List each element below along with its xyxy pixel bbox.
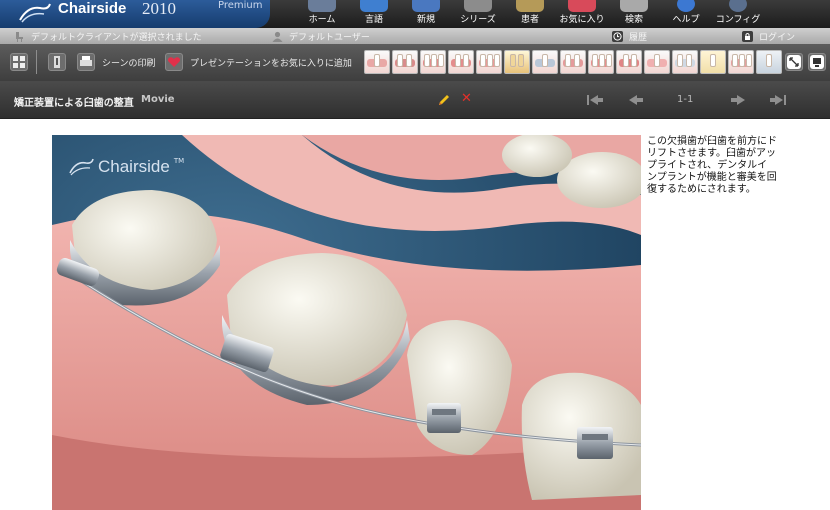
nav-config[interactable]: コンフィグ bbox=[712, 0, 764, 28]
nav-language-label: 言語 bbox=[364, 15, 383, 25]
nav-patient[interactable]: 患者 bbox=[504, 0, 556, 28]
nav-new[interactable]: 新規 bbox=[400, 0, 452, 28]
info-icon bbox=[54, 56, 60, 68]
toolbar-divider bbox=[36, 50, 37, 74]
favorites-icon bbox=[568, 0, 596, 12]
presentation-button[interactable] bbox=[808, 53, 826, 71]
chairside-logo-icon bbox=[69, 158, 94, 176]
printer-icon bbox=[80, 56, 92, 66]
nav-home-label: ホーム bbox=[308, 15, 336, 25]
user-icon bbox=[272, 31, 283, 42]
chairside-logo-icon bbox=[19, 3, 51, 23]
media-type: Movie bbox=[141, 94, 175, 105]
thumbnail[interactable] bbox=[616, 50, 642, 74]
next-page-icon[interactable] bbox=[728, 92, 748, 108]
info-button[interactable] bbox=[48, 53, 66, 71]
add-favorite-button[interactable] bbox=[165, 53, 183, 71]
print-scene-button[interactable] bbox=[77, 53, 95, 71]
thumbnail[interactable] bbox=[364, 50, 390, 74]
app-header: Chairside 2010 Premium ホーム 言語 新規 シリーズ 患者… bbox=[0, 0, 830, 28]
search-icon bbox=[620, 0, 648, 12]
print-scene-label[interactable]: シーンの印刷 bbox=[102, 56, 156, 69]
nav-home[interactable]: ホーム bbox=[296, 0, 348, 28]
chair-icon bbox=[16, 32, 23, 42]
add-favorite-label[interactable]: プレゼンテーションをお気に入りに追加 bbox=[190, 56, 352, 69]
new-icon bbox=[412, 0, 440, 12]
thumbnail[interactable] bbox=[700, 50, 726, 74]
nav-favorites-label: お気に入り bbox=[559, 15, 605, 25]
thumbnail[interactable] bbox=[672, 50, 698, 74]
user-status-text: デフォルトユーザー bbox=[289, 33, 370, 43]
heart-icon bbox=[167, 57, 181, 67]
presentation-icon bbox=[810, 55, 824, 69]
help-icon bbox=[677, 0, 695, 12]
chairside-watermark: Chairside TM bbox=[68, 157, 184, 177]
clock-icon bbox=[612, 31, 623, 42]
scene-viewer[interactable]: Chairside TM bbox=[52, 135, 641, 510]
scene-title: 矯正装置による臼歯の整直 bbox=[14, 98, 134, 109]
nav-config-label: コンフィグ bbox=[715, 15, 761, 25]
nav-help-label: ヘルプ bbox=[672, 15, 700, 25]
expand-icon bbox=[787, 55, 801, 69]
nav-series[interactable]: シリーズ bbox=[452, 0, 504, 28]
client-status-text: デフォルトクライアントが選択されました bbox=[31, 33, 202, 43]
login-button[interactable]: ログイン bbox=[742, 30, 795, 43]
history-label: 履歴 bbox=[629, 33, 648, 43]
watermark-text: Chairside bbox=[98, 157, 170, 176]
client-status[interactable]: デフォルトクライアントが選択されました bbox=[14, 30, 202, 43]
thumbnail[interactable] bbox=[560, 50, 586, 74]
scene-description: この欠損歯が臼歯を前方にドリフトさせます。臼歯がアップライトされ、デンタルインプ… bbox=[647, 136, 777, 195]
nav-new-label: 新規 bbox=[416, 15, 435, 25]
series-icon bbox=[464, 0, 492, 12]
page-indicator: 1-1 bbox=[677, 94, 694, 105]
nav-help[interactable]: ヘルプ bbox=[660, 0, 712, 28]
language-icon bbox=[360, 0, 388, 12]
layout-grid-button[interactable] bbox=[10, 53, 28, 71]
home-icon bbox=[308, 0, 336, 12]
thumbnail[interactable] bbox=[476, 50, 502, 74]
nav-favorites[interactable]: お気に入り bbox=[556, 0, 608, 28]
scene-thumbnails bbox=[364, 50, 782, 74]
first-page-icon[interactable] bbox=[585, 92, 605, 108]
nav-series-label: シリーズ bbox=[460, 15, 496, 25]
nav-search-label: 検索 bbox=[624, 15, 643, 25]
delete-icon[interactable]: ✕ bbox=[461, 91, 472, 106]
grid-icon bbox=[13, 56, 25, 68]
prev-page-icon[interactable] bbox=[626, 92, 646, 108]
app-edition: Premium bbox=[218, 0, 263, 11]
thumbnail[interactable] bbox=[420, 50, 446, 74]
nav-language[interactable]: 言語 bbox=[348, 0, 400, 28]
nav-search[interactable]: 検索 bbox=[608, 0, 660, 28]
main-nav: ホーム 言語 新規 シリーズ 患者 お気に入り 検索 ヘルプ コンフィグ bbox=[296, 0, 764, 28]
login-label: ログイン bbox=[759, 33, 796, 43]
thumbnail[interactable] bbox=[532, 50, 558, 74]
nav-patient-label: 患者 bbox=[520, 15, 539, 25]
status-bar: デフォルトクライアントが選択されました デフォルトユーザー 履歴 ログイン bbox=[0, 28, 830, 44]
orthodontic-molar-illustration bbox=[52, 135, 641, 510]
thumbnail[interactable] bbox=[728, 50, 754, 74]
app-name: Chairside bbox=[58, 0, 127, 17]
brand: Chairside 2010 Premium bbox=[0, 0, 270, 28]
patient-icon bbox=[516, 0, 544, 12]
expand-button[interactable] bbox=[785, 53, 803, 71]
thumbnail[interactable] bbox=[504, 50, 530, 74]
watermark-trademark: TM bbox=[173, 157, 185, 165]
history-button[interactable]: 履歴 bbox=[612, 30, 647, 43]
scene-title-bar: 矯正装置による臼歯の整直 Movie ✕ 1-1 bbox=[0, 81, 830, 119]
last-page-icon[interactable] bbox=[768, 92, 788, 108]
thumbnail[interactable] bbox=[588, 50, 614, 74]
lock-icon bbox=[742, 31, 753, 42]
thumbnail[interactable] bbox=[644, 50, 670, 74]
user-status[interactable]: デフォルトユーザー bbox=[272, 30, 370, 43]
thumbnail[interactable] bbox=[756, 50, 782, 74]
app-year: 2010 bbox=[142, 0, 176, 18]
edit-pencil-icon[interactable] bbox=[437, 93, 451, 107]
config-icon bbox=[729, 0, 747, 12]
thumbnail[interactable] bbox=[448, 50, 474, 74]
scene-toolbar: シーンの印刷 プレゼンテーションをお気に入りに追加 bbox=[0, 44, 830, 81]
thumbnail[interactable] bbox=[392, 50, 418, 74]
